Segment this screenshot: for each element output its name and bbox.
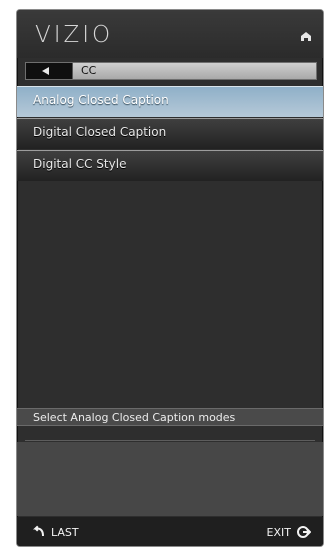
header-bar: VIZIO xyxy=(17,10,323,58)
menu-item-label: Analog Closed Caption xyxy=(33,93,169,107)
footer-bar: LAST EXIT xyxy=(17,517,323,546)
last-button[interactable]: LAST xyxy=(32,525,79,539)
breadcrumb-title: CC xyxy=(81,64,97,77)
back-arrow-icon xyxy=(42,67,49,75)
menu-item-label: Digital Closed Caption xyxy=(33,125,167,139)
menu-item-analog-closed-caption[interactable]: Analog Closed Caption xyxy=(17,86,323,117)
vizio-logo: VIZIO xyxy=(35,22,114,48)
back-button[interactable] xyxy=(26,63,73,79)
return-icon xyxy=(32,525,46,539)
last-label: LAST xyxy=(51,525,79,539)
exit-icon xyxy=(297,525,311,539)
breadcrumb: CC xyxy=(25,62,317,80)
exit-button[interactable]: EXIT xyxy=(267,525,311,539)
menu-list: Analog Closed Caption Digital Closed Cap… xyxy=(17,86,323,181)
tv-menu-screen: VIZIO CC Analog Closed Caption Digital C… xyxy=(0,0,327,552)
menu-item-label: Digital CC Style xyxy=(33,157,127,171)
separator-line xyxy=(25,440,315,441)
description-bar: Select Analog Closed Caption modes xyxy=(17,408,323,426)
menu-panel: VIZIO CC Analog Closed Caption Digital C… xyxy=(17,10,323,546)
description-text: Select Analog Closed Caption modes xyxy=(33,411,236,424)
info-area xyxy=(17,442,323,516)
exit-label: EXIT xyxy=(266,525,291,539)
home-icon[interactable] xyxy=(299,29,313,43)
menu-item-digital-cc-style[interactable]: Digital CC Style xyxy=(17,150,323,181)
menu-item-digital-closed-caption[interactable]: Digital Closed Caption xyxy=(17,118,323,149)
